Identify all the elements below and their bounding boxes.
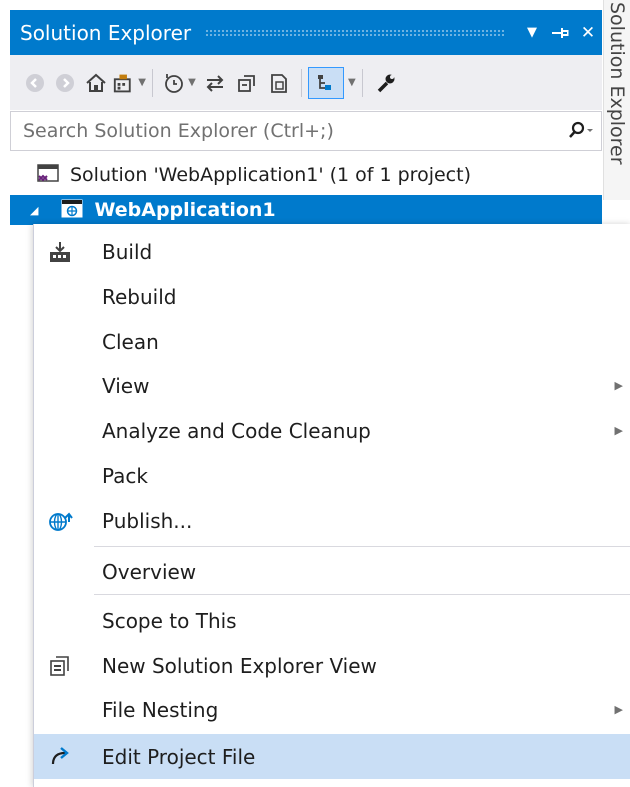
publish-icon [46,507,74,535]
menu-item-rebuild[interactable]: Rebuild [34,274,630,319]
menu-item-label: Analyze and Code Cleanup [102,418,371,443]
toolbar-separator [301,68,302,97]
collapse-all-icon[interactable] [231,67,263,99]
window-position-dropdown-icon[interactable]: ▼ [518,10,546,55]
search-icon[interactable] [561,121,601,141]
project-node[interactable]: ◢ WebApplication1 [10,195,602,225]
title-grip[interactable] [205,29,504,36]
expand-arrow-icon[interactable]: ◢ [30,204,38,217]
menu-item-label: Overview [102,559,197,584]
forward-icon[interactable] [50,67,80,99]
solution-node[interactable]: Solution 'WebApplication1' (1 of 1 proje… [10,158,602,192]
menu-item-view[interactable]: View ▶ [34,363,630,408]
menu-separator [94,594,630,595]
show-all-files-icon[interactable] [263,67,295,99]
menu-item-label: Rebuild [102,284,177,309]
pending-changes-filter-icon[interactable]: ▼ [159,67,199,99]
switch-views-icon[interactable]: ▼ [112,67,146,99]
menu-item-scope-to-this[interactable]: Scope to This [34,598,630,643]
menu-item-label: View [102,373,150,398]
close-icon[interactable]: ✕ [574,10,602,55]
menu-item-edit-project-file[interactable]: Edit Project File [34,734,630,779]
menu-item-label: Publish... [102,508,193,533]
menu-item-overview[interactable]: Overview [34,549,630,594]
menu-item-label: Build [102,239,153,264]
solution-explorer-toolbar: ▼ ▼ ▼ [10,55,602,110]
panel-title: Solution Explorer [20,20,192,45]
web-project-icon [60,197,84,224]
auto-hide-pin-icon[interactable] [546,10,574,55]
sync-icon[interactable] [199,67,231,99]
toolbar-separator [152,68,153,97]
search-input[interactable] [11,111,561,151]
menu-item-label: Edit Project File [102,744,256,769]
menu-item-pack[interactable]: Pack [34,453,630,498]
menu-item-label: File Nesting [102,697,219,722]
properties-icon[interactable] [369,67,403,99]
search-box [10,111,602,151]
project-context-menu: Build Rebuild Clean View ▶ Analyze and C… [33,224,630,787]
solution-explorer-titlebar: Solution Explorer ▼ ✕ [10,10,602,55]
menu-item-build[interactable]: Build [34,229,630,274]
solution-icon [36,163,60,188]
menu-item-analyze-and-code-cleanup[interactable]: Analyze and Code Cleanup ▶ [34,408,630,453]
edit-icon [46,743,74,771]
menu-item-publish[interactable]: Publish... [34,498,630,543]
submenu-arrow-icon: ▶ [614,379,623,392]
menu-item-clean[interactable]: Clean [34,319,630,364]
menu-item-file-nesting[interactable]: File Nesting ▶ [34,687,630,732]
new-view-icon [46,652,74,680]
solution-explorer-side-tab[interactable]: Solution Explorer [603,0,630,200]
toolbar-separator [361,68,363,97]
menu-item-label: New Solution Explorer View [102,653,377,678]
build-icon [46,238,74,266]
preview-selected-icon[interactable] [308,66,344,99]
menu-separator [94,546,630,547]
submenu-arrow-icon: ▶ [614,424,623,437]
menu-item-label: Pack [102,463,148,488]
back-icon[interactable] [20,67,50,99]
submenu-arrow-icon: ▶ [614,703,623,716]
menu-item-new-solution-explorer-view[interactable]: New Solution Explorer View [34,643,630,688]
project-label: WebApplication1 [94,199,276,221]
side-tab-label: Solution Explorer [606,2,628,165]
menu-item-label: Scope to This [102,608,237,633]
home-icon[interactable] [80,67,112,99]
preview-dropdown-icon[interactable]: ▼ [348,77,356,88]
solution-label: Solution 'WebApplication1' (1 of 1 proje… [70,164,471,186]
menu-item-label: Clean [102,329,159,354]
